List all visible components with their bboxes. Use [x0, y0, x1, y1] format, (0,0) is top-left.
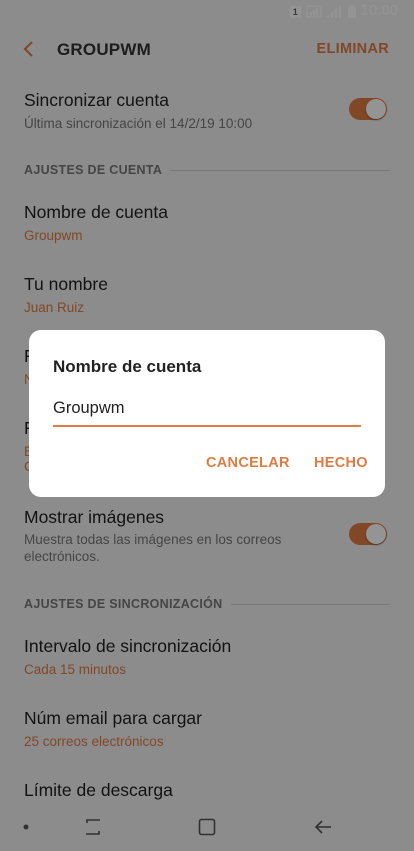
- dialog-title: Nombre de cuenta: [53, 357, 202, 376]
- done-button[interactable]: HECHO: [314, 455, 368, 471]
- account-name-dialog: Nombre de cuenta CANCELAR HECHO: [29, 330, 385, 497]
- cancel-button[interactable]: CANCELAR: [206, 455, 290, 471]
- account-name-input[interactable]: [53, 395, 361, 427]
